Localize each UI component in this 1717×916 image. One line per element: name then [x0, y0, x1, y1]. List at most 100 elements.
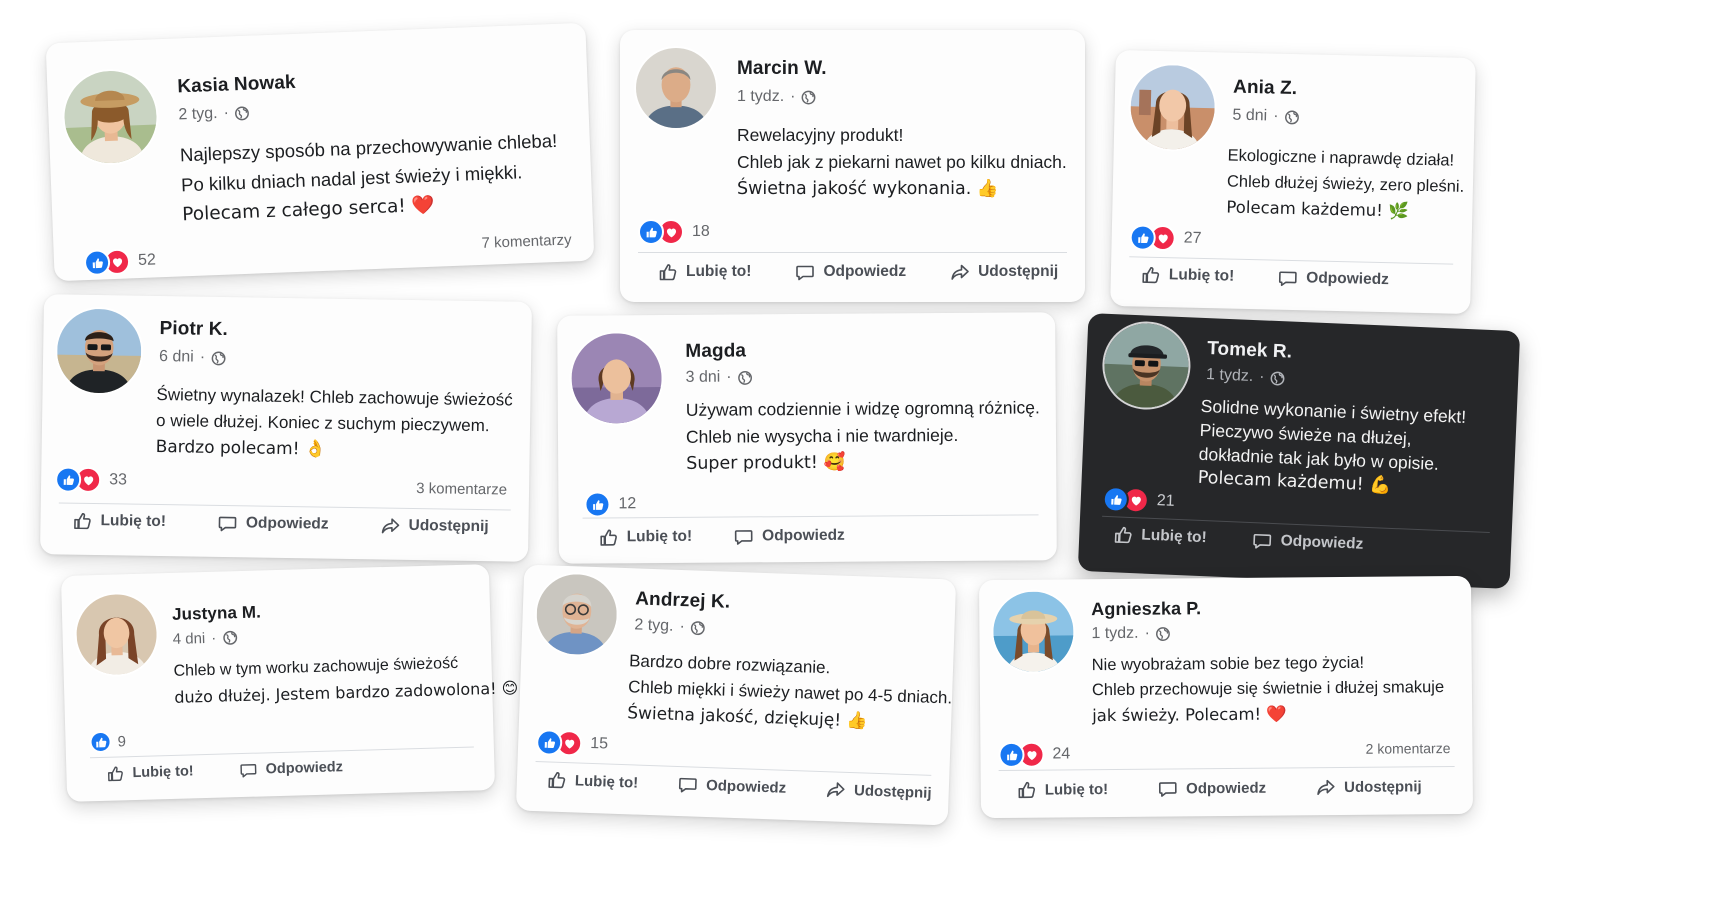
review-card: Ania Z. 5 dni · Ekologiczne i naprawdę dz…: [1110, 49, 1476, 315]
like-button[interactable]: Lubię to!: [106, 762, 194, 782]
comment-icon: [678, 774, 699, 795]
action-bar: Lubię to! Odpowiedz: [1141, 265, 1389, 291]
globe-icon: [738, 370, 753, 385]
reactions[interactable]: 9: [89, 730, 127, 754]
like-button[interactable]: Lubię to!: [1113, 524, 1207, 548]
review-text: Świetny wynalazek! Chleb zachowuje śwież…: [155, 384, 513, 460]
divider: [90, 746, 474, 759]
reaction-count: 27: [1183, 229, 1202, 247]
comment-count[interactable]: 7 komentarzy: [481, 231, 572, 251]
review-card: Justyna M. 4 dni · Chleb w tym worku zach…: [60, 564, 519, 802]
review-text: Najlepszy sposób na przechowywanie chleb…: [179, 129, 558, 226]
author-name[interactable]: Agnieszka P.: [1091, 598, 1201, 620]
post-time[interactable]: 1 tydz.: [1206, 366, 1254, 386]
reaction-count: 9: [117, 732, 127, 750]
reply-button[interactable]: Odpowiedz: [795, 262, 906, 282]
avatar[interactable]: [56, 308, 142, 394]
reactions[interactable]: 33: [54, 466, 127, 494]
like-button[interactable]: Lubię to!: [1141, 265, 1235, 287]
reactions[interactable]: 18: [638, 219, 710, 245]
share-icon: [1316, 777, 1336, 797]
like-reaction-icon: [584, 491, 611, 518]
post-time[interactable]: 4 dni: [173, 630, 206, 648]
like-button[interactable]: Lubię to!: [1017, 779, 1108, 800]
author-name[interactable]: Magda: [685, 340, 746, 362]
avatar[interactable]: [75, 593, 158, 676]
reply-button[interactable]: Odpowiedz: [1252, 530, 1364, 555]
globe-icon: [1284, 109, 1299, 124]
post-time[interactable]: 2 tyg.: [634, 616, 674, 635]
review-card: Magda 3 dni · Używam codziennie i widzę o…: [557, 312, 1057, 564]
post-meta: 2 tyg. ·: [634, 616, 706, 636]
thumb-up-icon: [1141, 265, 1161, 285]
avatar[interactable]: [571, 333, 662, 424]
review-text: Używam codziennie i widzę ogromną różnic…: [685, 397, 1040, 474]
avatar[interactable]: [1102, 321, 1191, 410]
avatar[interactable]: [62, 69, 159, 165]
reply-button[interactable]: Odpowiedz: [1278, 268, 1389, 291]
thumb-up-icon: [658, 262, 678, 282]
author-name[interactable]: Kasia Nowak: [177, 72, 296, 99]
post-time[interactable]: 1 tydz.: [1091, 625, 1138, 643]
avatar[interactable]: [636, 48, 716, 128]
post-meta: 1 tydz. ·: [737, 88, 816, 106]
like-reaction-icon: [54, 466, 82, 493]
like-button[interactable]: Lubię to!: [547, 769, 639, 792]
reactions[interactable]: 27: [1129, 224, 1202, 252]
divider: [582, 514, 1039, 519]
like-reaction-icon: [89, 730, 112, 754]
comment-icon: [239, 761, 257, 779]
reactions[interactable]: 52: [83, 247, 157, 277]
globe-icon: [691, 620, 707, 636]
like-reaction-icon: [638, 219, 664, 245]
share-button[interactable]: Udostępnij: [950, 262, 1058, 282]
reply-button[interactable]: Odpowiedz: [218, 513, 329, 535]
author-name[interactable]: Andrzej K.: [635, 588, 731, 613]
author-name[interactable]: Ania Z.: [1233, 77, 1298, 100]
post-time[interactable]: 2 tyg.: [178, 105, 218, 124]
avatar[interactable]: [993, 591, 1074, 673]
author-name[interactable]: Piotr K.: [159, 318, 228, 341]
reaction-count: 24: [1052, 745, 1071, 763]
comment-count[interactable]: 3 komentarze: [416, 480, 507, 498]
globe-icon: [801, 90, 816, 105]
reply-button[interactable]: Odpowiedz: [678, 774, 787, 798]
reply-button[interactable]: Odpowiedz: [734, 526, 845, 547]
avatar[interactable]: [535, 573, 619, 656]
review-card: Marcin W. 1 tydz. · Rewelacyjny produkt! …: [620, 30, 1085, 302]
action-bar: Lubię to! Odpowiedz: [1113, 524, 1364, 554]
author-name[interactable]: Marcin W.: [737, 58, 827, 80]
like-reaction-icon: [83, 249, 111, 277]
review-text: Nie wyobrażam sobie bez tego życia! Chle…: [1091, 653, 1445, 726]
share-icon: [826, 779, 847, 800]
reaction-count: 52: [137, 251, 157, 270]
avatar[interactable]: [1129, 64, 1216, 151]
action-bar: Lubię to! Odpowiedz Udostępnij: [1017, 776, 1422, 800]
author-name[interactable]: Tomek R.: [1207, 338, 1293, 364]
share-button[interactable]: Udostępnij: [380, 515, 489, 537]
reactions[interactable]: 21: [1102, 485, 1175, 515]
post-meta: 2 tyg. ·: [178, 104, 250, 125]
post-time[interactable]: 3 dni: [686, 369, 721, 387]
comment-count[interactable]: 2 komentarze: [1366, 740, 1451, 757]
comment-icon: [795, 262, 815, 282]
like-button[interactable]: Lubię to!: [658, 262, 751, 282]
reactions[interactable]: 12: [584, 491, 636, 518]
like-button[interactable]: Lubię to!: [72, 511, 166, 532]
like-button[interactable]: Lubię to!: [599, 527, 693, 548]
share-button[interactable]: Udostępnij: [826, 779, 932, 803]
author-name[interactable]: Justyna M.: [172, 602, 261, 624]
reactions[interactable]: 24: [998, 741, 1070, 768]
reactions[interactable]: 15: [535, 729, 609, 757]
reply-button[interactable]: Odpowiedz: [239, 758, 343, 779]
reply-button[interactable]: Odpowiedz: [1158, 778, 1266, 799]
globe-icon: [211, 350, 226, 365]
post-time[interactable]: 6 dni: [159, 348, 194, 367]
post-time[interactable]: 5 dni: [1232, 107, 1267, 126]
thumb-up-icon: [547, 769, 568, 790]
thumb-up-icon: [1113, 524, 1134, 545]
share-button[interactable]: Udostępnij: [1316, 776, 1422, 797]
post-time[interactable]: 1 tydz.: [737, 88, 784, 106]
globe-icon: [235, 105, 251, 121]
share-icon: [380, 515, 400, 535]
